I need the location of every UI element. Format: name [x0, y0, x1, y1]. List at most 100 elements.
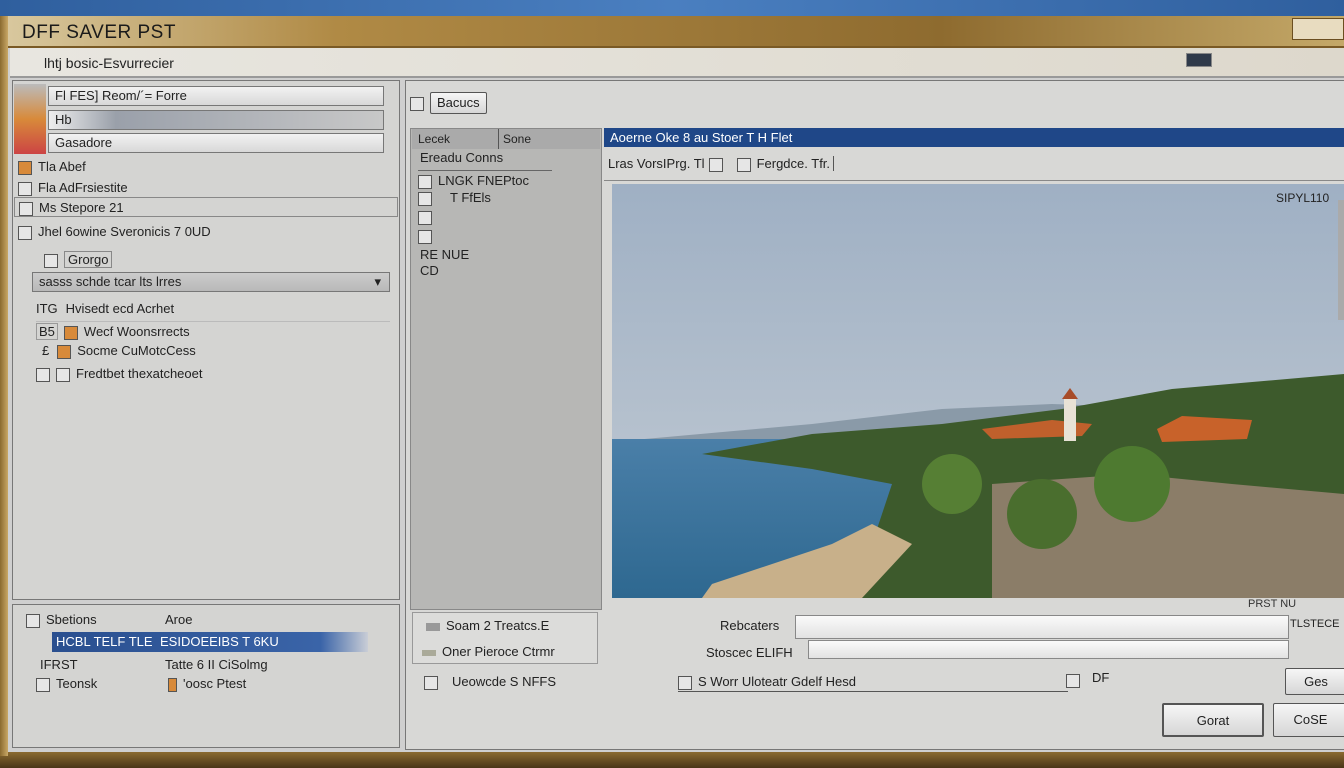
toolbar: Bacucs — [410, 92, 487, 114]
header-col: Aroe — [165, 610, 192, 630]
browse-icon[interactable] — [1066, 674, 1080, 688]
file-icon — [418, 174, 432, 189]
option-label: Oner Pieroce Ctrmr — [442, 644, 555, 659]
tree-prefix: ITG — [36, 301, 58, 316]
label-1: Rebcaters — [720, 618, 780, 633]
tree-label: Fredtbet thexatcheoet — [76, 366, 203, 381]
tree-prefix: B5 — [36, 323, 58, 340]
field-3[interactable]: Gasadore — [48, 133, 384, 153]
item-label: Tla Abef — [38, 159, 86, 174]
file-item[interactable] — [418, 207, 438, 227]
option-item[interactable]: Soam 2 Treatcs.E — [426, 616, 549, 636]
folder-icon — [36, 367, 50, 382]
grid-icon — [18, 225, 32, 240]
field-1[interactable]: Fl FES] Reom/´= Forre — [48, 86, 384, 106]
tree-item[interactable]: B5 Wecf Woonsrrects — [36, 321, 390, 341]
tree-prefix: £ — [42, 343, 50, 358]
checkbox-icon[interactable] — [424, 675, 438, 690]
list-header[interactable]: Lecek Sone — [412, 129, 600, 149]
close-button[interactable]: CoSE — [1273, 703, 1344, 737]
list-item[interactable]: Fla AdFrsiestite — [18, 178, 128, 198]
label-2: Stoscec ELIFH — [706, 645, 793, 660]
row[interactable]: IFRST — [40, 655, 78, 675]
list-item-selected[interactable]: Ms Stepore 21 — [14, 197, 398, 217]
file-item[interactable]: Ereadu Conns — [420, 148, 503, 168]
tree-item[interactable]: ITG Hvisedt ecd Acrhet — [36, 299, 174, 319]
checkbox-label: S Worr Uloteatr Gdelf Hesd — [698, 674, 856, 689]
dropdown-value: sasss schde tcar lts lrres — [39, 274, 182, 289]
checkbox-icon[interactable] — [678, 675, 692, 690]
path-bar[interactable]: Lras VorsIPrg. Tl Fergdce. Tfr. — [608, 154, 835, 174]
row[interactable]: 'oosc Ptest — [168, 674, 246, 694]
image-icon — [57, 344, 72, 359]
save-icon — [410, 96, 424, 111]
row[interactable]: Tatte 6 II CiSolmg — [165, 655, 268, 675]
image-corner-label: PRST NU — [1248, 598, 1297, 610]
file-icon — [418, 210, 432, 225]
toolbar-button[interactable]: Bacucs — [430, 92, 487, 114]
print-icon — [426, 622, 440, 631]
text-input-1[interactable] — [795, 615, 1289, 639]
file-icon — [418, 191, 432, 206]
sub-header — [10, 48, 1344, 78]
cell: Teonsk — [56, 676, 98, 691]
file-item[interactable]: LNGK FNEPtoc — [418, 170, 552, 190]
top-bar — [0, 0, 1344, 16]
tree-label: Socme CuMotcCess — [77, 343, 196, 358]
cell: Tatte 6 II CiSolmg — [165, 657, 268, 672]
settings-icon[interactable] — [1186, 53, 1212, 67]
group-label: Grorgo — [44, 250, 113, 270]
left-frame — [0, 16, 8, 756]
tree-item[interactable]: £ Socme CuMotcCess — [42, 341, 196, 361]
folder-icon — [708, 157, 723, 172]
column-size: Sone — [498, 129, 531, 149]
list-item[interactable]: Tla Abef — [18, 157, 86, 177]
cell: HCBL TELF TLE — [56, 634, 153, 649]
suffix-label: DF — [1092, 670, 1110, 685]
file-item[interactable]: CD — [420, 261, 439, 281]
item-label: Fla AdFrsiestite — [38, 180, 128, 195]
window-controls[interactable] — [1292, 18, 1344, 40]
title-bar — [0, 16, 1344, 48]
item-label: Jhel 6owine Sveronicis 7 0UD — [38, 224, 211, 239]
file-item[interactable]: T FfEls — [418, 188, 491, 208]
file-name: LNGK FNEPtoc — [438, 173, 530, 188]
tree-label: Hvisedt ecd Acrhet — [65, 301, 175, 316]
image-size-label: SIPYL110 — [1276, 191, 1330, 205]
file-item[interactable] — [418, 226, 438, 246]
option-checkbox[interactable]: S Worr Uloteatr Gdelf Hesd — [678, 672, 1068, 692]
preview-image — [612, 184, 1344, 598]
option-label: Soam 2 Treatcs.E — [446, 618, 550, 633]
drive-icon — [422, 649, 436, 656]
item-label: Ms Stepore 21 — [39, 200, 124, 215]
selected-row[interactable]: HCBL TELF TLE ESIDOEEIBS T 6KU — [52, 632, 368, 652]
group-name: Grorgo — [64, 251, 113, 268]
path-text: Lras VorsIPrg. Tl — [608, 156, 705, 171]
subtitle: lhtj bosic-Esvurrecier — [44, 55, 174, 71]
text-input-2[interactable] — [808, 640, 1289, 659]
thumbnail-icons — [14, 84, 46, 154]
checkbox-label: Ueowcde S NFFS — [452, 674, 557, 689]
divider — [604, 180, 1344, 181]
cell: ESIDOEEIBS T 6KU — [160, 634, 279, 649]
file-icon — [56, 367, 70, 382]
column-name: Lecek — [418, 132, 451, 146]
gorat-button[interactable]: Gorat — [1162, 703, 1264, 737]
path-text: Fergdce. Tfr. — [756, 156, 835, 171]
window-title: DFF SAVER PST — [22, 22, 176, 43]
ges-button[interactable]: Ges — [1285, 668, 1344, 695]
cell: 'oosc Ptest — [183, 676, 247, 691]
list-item[interactable]: Jhel 6owine Sveronicis 7 0UD — [18, 222, 211, 242]
cell: IFRST — [40, 657, 78, 672]
scrollbar[interactable] — [1338, 200, 1344, 320]
option-checkbox[interactable]: Ueowcde S NFFS — [424, 672, 556, 692]
header-label: Aroe — [165, 612, 193, 627]
row[interactable]: Teonsk — [36, 674, 97, 694]
tree-label: Wecf Woonsrrects — [83, 324, 190, 339]
tree-item[interactable]: Fredtbet thexatcheoet — [36, 364, 202, 384]
field-2[interactable]: Hb — [48, 110, 384, 130]
option-item[interactable]: Oner Pieroce Ctrmr — [422, 642, 555, 662]
dropdown[interactable]: sasss schde tcar lts lrres ▾ — [32, 272, 390, 292]
tag-icon — [168, 677, 177, 692]
bottom-frame — [0, 752, 1344, 768]
